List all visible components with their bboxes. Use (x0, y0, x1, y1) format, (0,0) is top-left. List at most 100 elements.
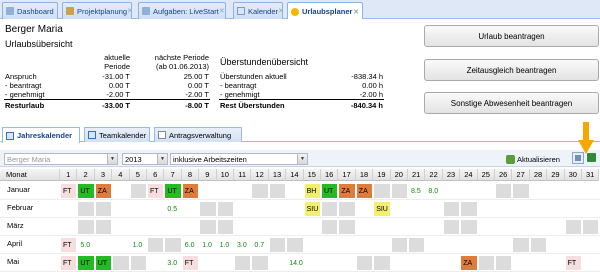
day-cell-ft[interactable]: FT (61, 256, 77, 270)
day-cell-ut[interactable]: UT (165, 184, 181, 198)
weekend-cell (322, 220, 338, 234)
vacation-row-label: - genehmigt (5, 90, 45, 99)
weekend-cell (391, 184, 407, 198)
tab-jahreskalender[interactable]: Jahreskalender (2, 127, 80, 143)
day-cell-za[interactable]: ZA (182, 184, 199, 198)
vacation-total-label: Resturlaub (5, 101, 45, 110)
day-cell-num[interactable]: 6.0 (183, 238, 198, 252)
weekend-cell (95, 220, 112, 234)
refresh-label: Aktualisieren (517, 154, 560, 164)
weekend-cell (339, 220, 355, 234)
weekend-cell (374, 256, 390, 270)
day-cell-num[interactable]: 5.0 (78, 238, 93, 252)
day-cell-za[interactable]: ZA (339, 184, 355, 198)
summary-panel: Berger Maria Urlaubsübersicht aktuelle P… (0, 19, 600, 121)
weekend-cell (95, 202, 112, 216)
day-cell-num[interactable]: 14.0 (287, 256, 303, 270)
day-cell-ft[interactable]: FT (565, 256, 581, 270)
close-icon[interactable]: ✕ (278, 7, 282, 15)
day-cell-num[interactable]: 0.7 (252, 238, 267, 252)
weekend-cell (130, 184, 146, 198)
day-column-header: 21 (408, 169, 426, 181)
tab-antragsverwaltung[interactable]: Antragsverwaltung (154, 127, 242, 142)
day-column-header: 3 (94, 169, 113, 181)
weekend-cell (496, 184, 512, 198)
day-cell-num[interactable]: 8.5 (409, 184, 424, 198)
weekend-cell (130, 256, 146, 270)
day-cell-num[interactable]: 0.5 (165, 202, 180, 216)
weekend-cell (513, 238, 529, 252)
day-cell-za[interactable]: ZA (461, 256, 477, 270)
tab-teamkalender[interactable]: Teamkalender (84, 127, 150, 142)
day-cell-ut[interactable]: UT (78, 184, 94, 198)
day-cell-ut[interactable]: UT (95, 256, 112, 270)
request-vacation-button[interactable]: Urlaub beantragen (424, 25, 599, 47)
day-cell-num[interactable]: 1.0 (200, 238, 215, 252)
day-column-header: 25 (477, 169, 495, 181)
month-name: April (7, 239, 23, 248)
day-column-header: 18 (355, 169, 374, 181)
tab-projektplanung-label: Projektplanung (77, 6, 128, 16)
tab-aufgaben[interactable]: Aufgaben: LiveStart ✕ (138, 2, 226, 19)
request-other-absence-button[interactable]: Sonstige Abwesenheit beantragen (424, 92, 599, 114)
request-timecomp-button[interactable]: Zeitausgleich beantragen (424, 59, 599, 81)
chevron-down-icon[interactable]: ▼ (157, 154, 167, 164)
day-cell-ut[interactable]: UT (322, 184, 338, 198)
weekend-cell (391, 238, 407, 252)
close-icon[interactable]: ✕ (353, 8, 359, 16)
tab-dashboard[interactable]: Dashboard (2, 2, 58, 19)
mode-select[interactable]: inklusive Arbeitszeiten ▼ (170, 153, 308, 165)
day-column-header: 10 (216, 169, 234, 181)
overtime-total-label: Rest Überstunden (220, 101, 285, 110)
day-cell-num[interactable]: 3.0 (235, 238, 250, 252)
day-column-header: 16 (321, 169, 339, 181)
day-column-header: 14 (286, 169, 304, 181)
day-column-header: 17 (338, 169, 356, 181)
tab-projektplanung[interactable]: Projektplanung ✕ (62, 2, 132, 19)
vacation-row-current: -2.00 T (106, 90, 130, 99)
tab-urlaubsplaner[interactable]: Urlaubsplaner ✕ (287, 2, 363, 20)
refresh-icon (506, 154, 515, 164)
day-cell-za[interactable]: ZA (95, 184, 112, 198)
mode-select-value: inklusive Arbeitszeiten (173, 155, 247, 164)
day-cell-ft[interactable]: FT (61, 238, 77, 252)
day-cell-bh[interactable]: BH (304, 184, 320, 198)
day-cell-za[interactable]: ZA (356, 184, 373, 198)
day-cell-siu[interactable]: SIU (374, 202, 390, 216)
weekend-cell (583, 220, 599, 234)
day-column-header: 28 (529, 169, 548, 181)
day-cell-num[interactable]: 8.0 (426, 184, 441, 198)
day-column-header: 7 (164, 169, 182, 181)
overtime-row-label: - beantragt (220, 81, 257, 90)
day-cell-ft[interactable]: FT (61, 184, 77, 198)
year-select[interactable]: 2013 ▼ (122, 153, 168, 165)
day-cell-num[interactable]: 3.0 (165, 256, 180, 270)
chevron-down-icon[interactable]: ▼ (107, 154, 117, 164)
tab-kalender[interactable]: Kalender ✕ (233, 2, 283, 19)
day-cell-siu[interactable]: SIU (304, 202, 320, 216)
refresh-button[interactable]: Aktualisieren (506, 153, 560, 165)
tab-aufgaben-label: Aufgaben: LiveStart (153, 6, 219, 16)
employee-select-value: Berger Maria (7, 155, 51, 164)
day-cell-ft[interactable]: FT (148, 184, 164, 198)
overtime-row-value: -838.34 h (351, 72, 383, 81)
weekend-cell (269, 184, 286, 198)
employee-select[interactable]: Berger Maria ▼ (4, 153, 118, 165)
day-cell-ft[interactable]: FT (182, 256, 199, 270)
month-row: April FT 5.0 1.0 6.0 1.0 1.0 3.0 0.7 (0, 236, 600, 254)
day-column-header: 31 (582, 169, 600, 181)
day-cell-num[interactable]: 1.0 (218, 238, 233, 252)
day-cell-num[interactable]: 1.0 (131, 238, 146, 252)
col-current-line1: aktuelle (104, 53, 130, 62)
vacation-row-current: -31.00 T (102, 72, 130, 81)
vacation-total-next: -8.00 T (185, 101, 209, 110)
day-column-header: 29 (547, 169, 565, 181)
day-column-header: 13 (268, 169, 287, 181)
close-icon[interactable]: ✕ (127, 7, 131, 15)
tab-jahreskalender-label: Jahreskalender (17, 131, 73, 140)
day-cell-ut[interactable]: UT (78, 256, 94, 270)
chevron-down-icon[interactable]: ▼ (297, 154, 307, 164)
day-column-header: 15 (303, 169, 321, 181)
weekend-cell (339, 202, 355, 216)
close-icon[interactable]: ✕ (219, 7, 225, 15)
